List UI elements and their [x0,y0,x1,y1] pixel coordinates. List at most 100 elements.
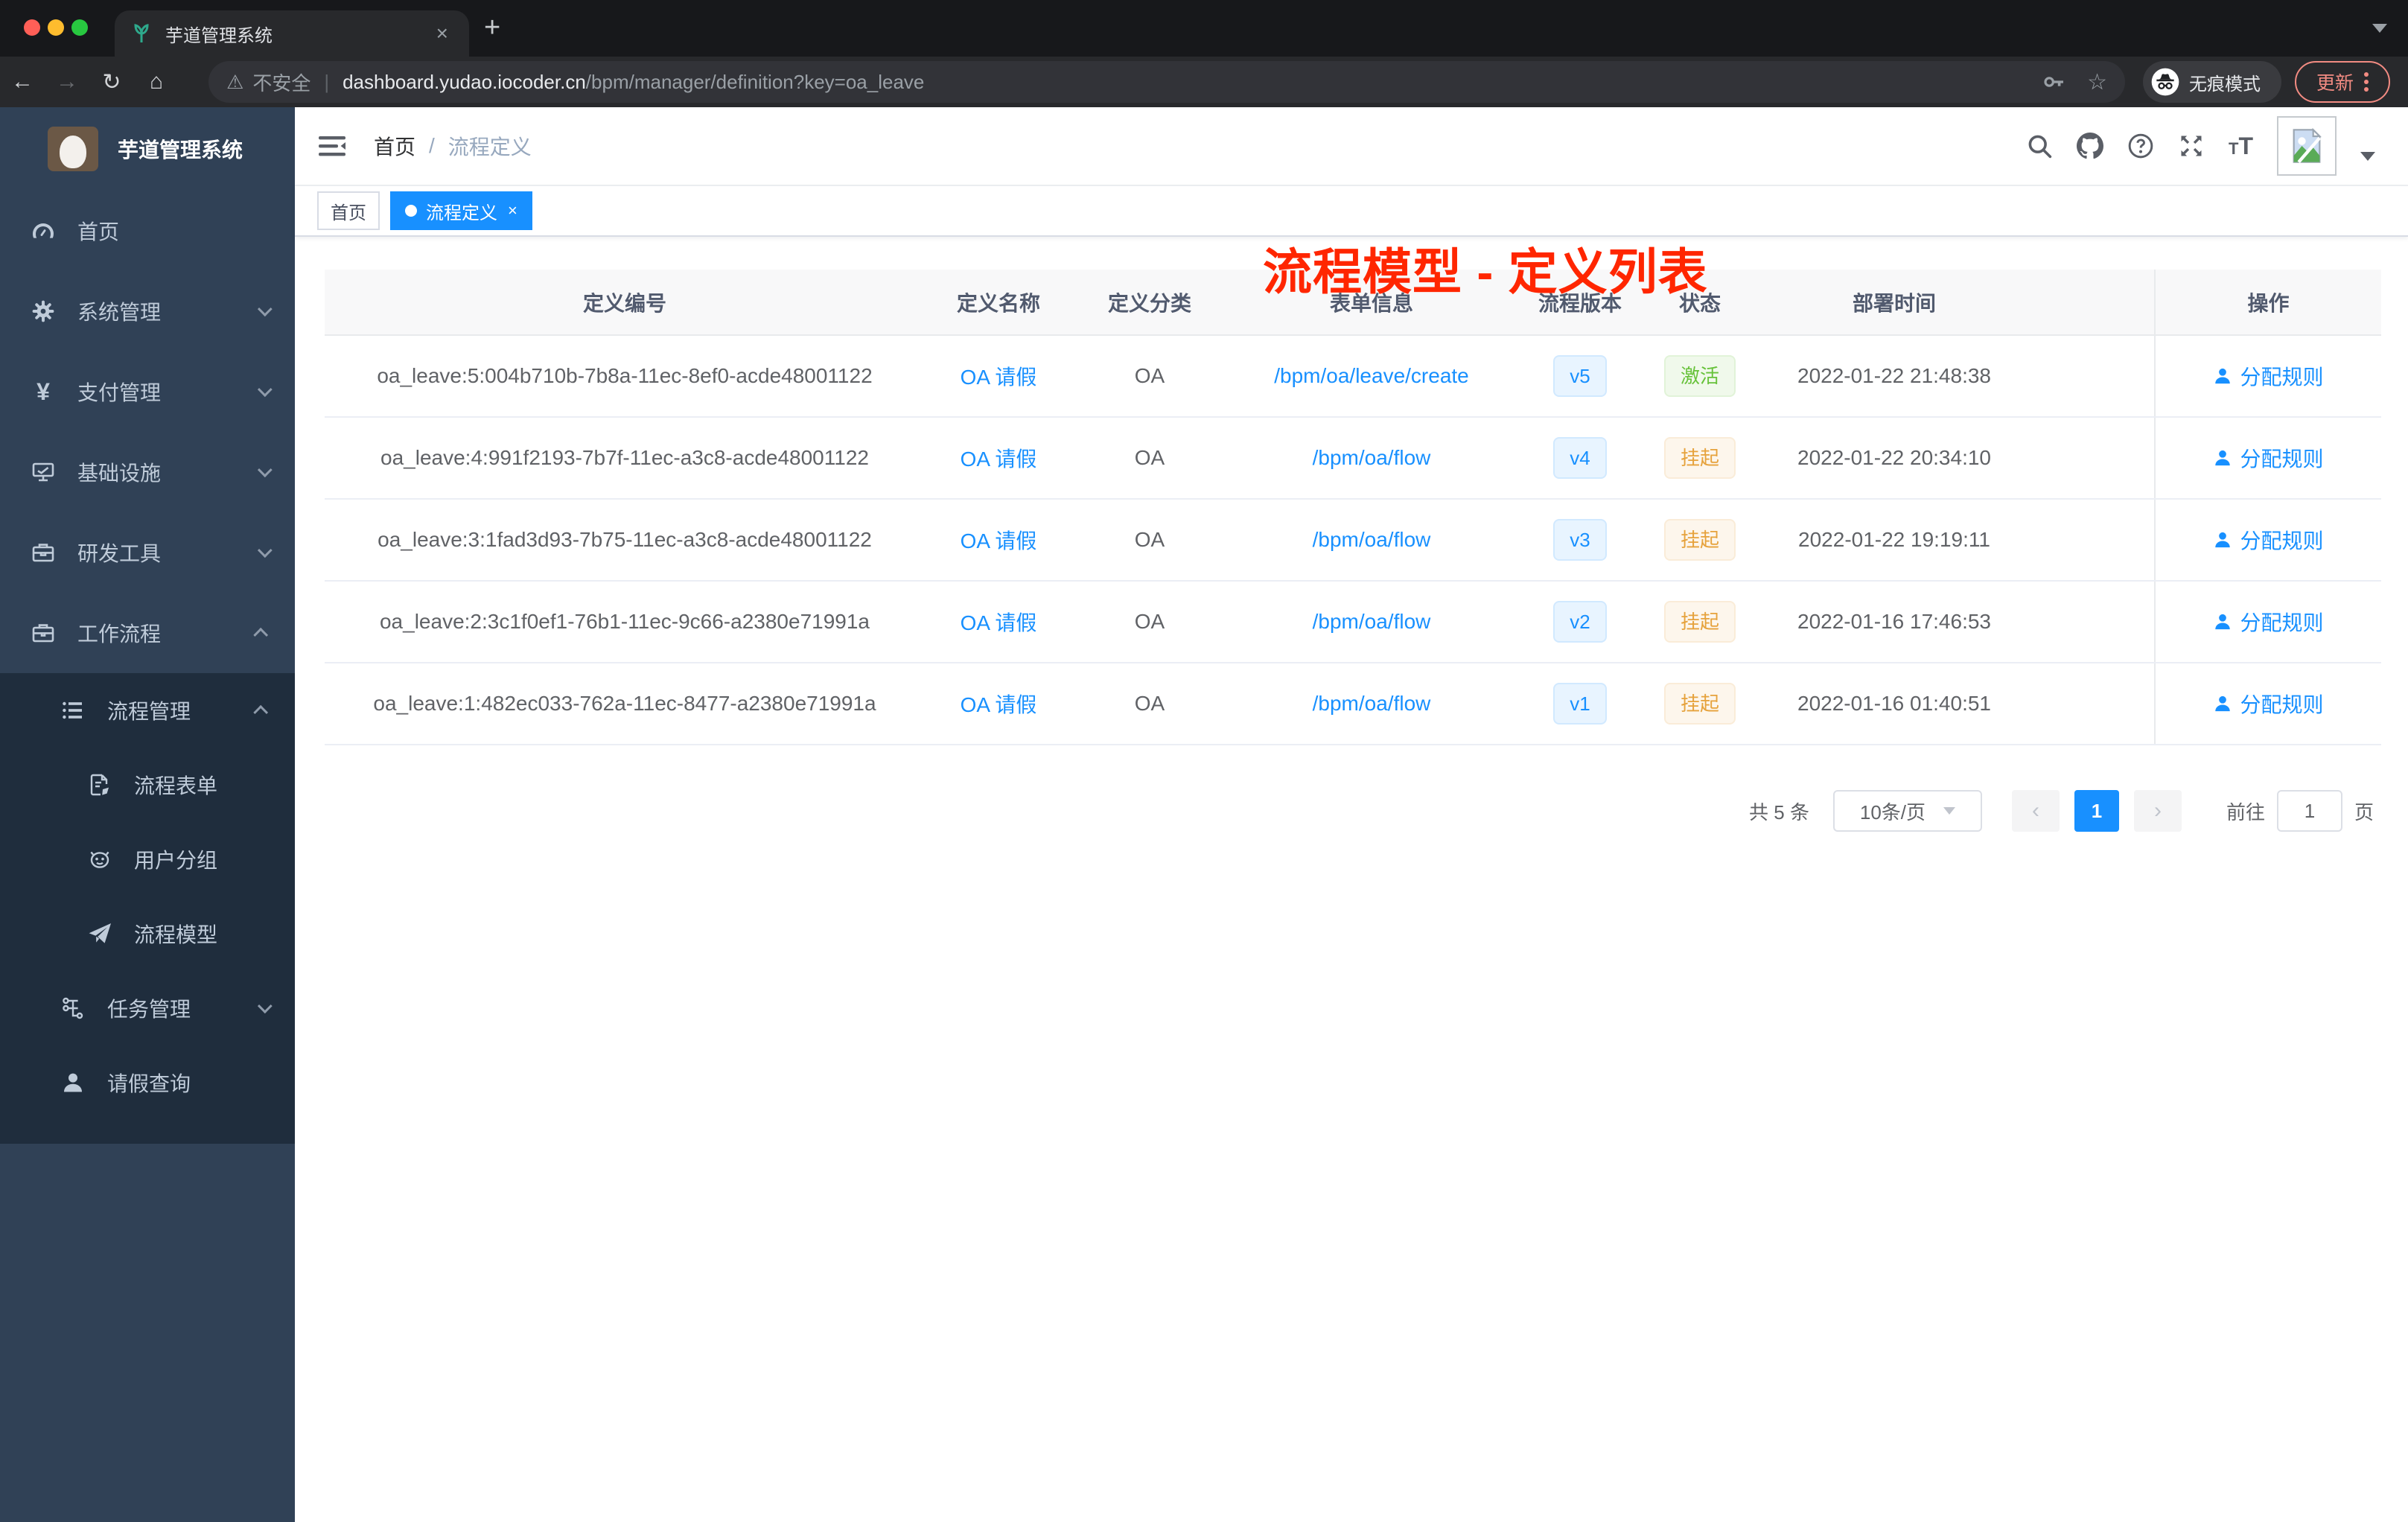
breadcrumb: 首页 / 流程定义 [374,131,532,161]
url-path: /bpm/manager/definition?key=oa_leave [585,70,925,93]
definition-name-link[interactable]: OA 请假 [961,611,1037,634]
filler-cell [2033,499,2155,582]
tree-icon [60,996,86,1020]
sidebar-item-process-management[interactable]: 流程管理 [0,673,295,748]
tag-label: 首页 [331,203,366,223]
incognito-icon [2151,68,2179,96]
definition-name-link[interactable]: OA 请假 [961,529,1037,553]
tag-close-icon[interactable]: × [508,201,517,220]
chevron-down-icon [257,302,273,317]
version-badge: v3 [1553,519,1607,561]
form-info-link[interactable]: /bpm/oa/flow [1313,528,1431,551]
sidebar-item-task-management[interactable]: 任务管理 [0,971,295,1045]
font-size-icon[interactable]: TT [2229,133,2253,160]
hamburger-icon[interactable] [317,131,347,161]
tab-close-icon[interactable]: × [430,22,454,45]
forward-icon[interactable]: → [45,69,89,95]
address-bar[interactable]: ⚠ 不安全 | dashboard.yudao.iocoder.cn /bpm/… [208,61,2125,103]
list-icon [60,698,86,722]
definition-category: OA [1072,581,1227,663]
goto-page-input[interactable] [2276,790,2342,832]
definition-category: OA [1072,663,1227,745]
next-page-button[interactable]: › [2133,790,2182,832]
sidebar-item-devtools[interactable]: 研发工具 [0,512,295,593]
current-page-button[interactable]: 1 [2074,790,2119,832]
toolbox-icon [30,541,57,564]
form-info-link[interactable]: /bpm/oa/flow [1313,446,1431,469]
browser-tab[interactable]: 芋道管理系统 × [115,10,469,57]
form-info-link[interactable]: /bpm/oa/leave/create [1274,364,1469,387]
sidebar-item-label: 流程表单 [134,774,218,797]
assign-rule-button[interactable]: 分配规则 [2213,443,2324,473]
sidebar-item-home[interactable]: 首页 [0,191,295,271]
sidebar: 芋道管理系统 首页 系统管理 ¥ 支付管理 基础设施 研发工具 工作流程 流程管… [0,107,295,1522]
sidebar-item-payment[interactable]: ¥ 支付管理 [0,351,295,432]
assign-rule-button[interactable]: 分配规则 [2213,361,2324,391]
help-icon[interactable] [2127,133,2154,159]
sidebar-item-user-groups[interactable]: 用户分组 [0,822,295,897]
github-icon[interactable] [2077,133,2103,159]
sidebar-logo[interactable]: 芋道管理系统 [0,107,295,191]
deploy-time: 2022-01-16 17:46:53 [1756,581,2033,663]
form-info-link[interactable]: /bpm/oa/flow [1313,610,1431,633]
fullscreen-icon[interactable] [2178,133,2205,159]
table-row: oa_leave:1:482ec033-762a-11ec-8477-a2380… [325,663,2381,745]
deploy-time: 2022-01-22 19:19:11 [1756,499,2033,582]
breadcrumb-home[interactable]: 首页 [374,131,415,161]
window-minimize-button[interactable] [48,19,64,36]
incognito-badge: 无痕模式 [2143,61,2281,103]
bookmark-star-icon[interactable]: ☆ [2087,69,2107,95]
reload-icon[interactable]: ↻ [89,69,134,95]
definition-id: oa_leave:5:004b710b-7b8a-11ec-8ef0-acde4… [325,335,925,418]
definition-name-link[interactable]: OA 请假 [961,366,1037,389]
window-controls [24,19,88,36]
definition-id: oa_leave:2:3c1f0ef1-76b1-11ec-9c66-a2380… [325,581,925,663]
sidebar-item-leave-query[interactable]: 请假查询 [0,1045,295,1120]
tag-process-definition[interactable]: 流程定义 × [390,191,532,230]
definition-id: oa_leave:4:991f2193-7b7f-11ec-a3c8-acde4… [325,417,925,500]
assign-rule-button[interactable]: 分配规则 [2213,689,2324,719]
browser-update-button[interactable]: 更新 [2295,61,2390,103]
breadcrumb-separator: / [429,134,435,157]
home-icon[interactable]: ⌂ [134,69,179,95]
definition-category: OA [1072,499,1227,582]
back-icon[interactable]: ← [0,69,45,95]
assign-rule-button[interactable]: 分配规则 [2213,525,2324,555]
sidebar-item-system[interactable]: 系统管理 [0,271,295,351]
page-content: 定义编号 定义名称 定义分类 表单信息 流程版本 状态 部署时间 操作 oa_l… [295,237,2408,1522]
definition-name-link[interactable]: OA 请假 [961,448,1037,471]
form-info-link[interactable]: /bpm/oa/flow [1313,692,1431,715]
window-zoom-button[interactable] [71,19,88,36]
sidebar-item-infra[interactable]: 基础设施 [0,432,295,512]
top-navbar: 首页 / 流程定义 TT [295,107,2408,186]
new-tab-button[interactable]: + [484,12,500,44]
tab-search-icon[interactable] [2372,24,2387,33]
active-dot-icon [405,205,417,217]
tab-strip: 芋道管理系统 × + [0,0,2408,57]
key-icon[interactable] [2042,70,2066,94]
table-row: oa_leave:3:1fad3d93-7b75-11ec-a3c8-acde4… [325,499,2381,582]
definition-name-link[interactable]: OA 请假 [961,693,1037,716]
sidebar-item-workflow[interactable]: 工作流程 [0,593,295,673]
version-badge: v4 [1553,437,1607,479]
dashboard-icon [30,219,57,243]
window-close-button[interactable] [24,19,40,36]
search-icon[interactable] [2026,133,2053,159]
robot-icon [86,847,113,871]
filler-cell [2033,417,2155,500]
user-avatar[interactable] [2277,116,2337,176]
sidebar-item-process-model[interactable]: 流程模型 [0,897,295,971]
select-caret-icon [1943,807,1956,815]
assign-rule-button[interactable]: 分配规则 [2213,607,2324,637]
sidebar-item-label: 工作流程 [77,623,162,646]
avatar-caret-icon[interactable] [2360,152,2375,161]
sidebar-item-label: 流程模型 [134,923,218,946]
tag-home[interactable]: 首页 [317,191,380,230]
sidebar-item-label: 基础设施 [77,462,162,485]
tags-view-bar: 首页 流程定义 × [295,186,2408,237]
page-size-select[interactable]: 10条/页 [1832,790,1982,832]
sidebar-item-process-form[interactable]: 流程表单 [0,748,295,822]
prev-page-button[interactable]: ‹ [2011,790,2060,832]
briefcase-icon [30,621,57,645]
filler-cell [2033,581,2155,663]
